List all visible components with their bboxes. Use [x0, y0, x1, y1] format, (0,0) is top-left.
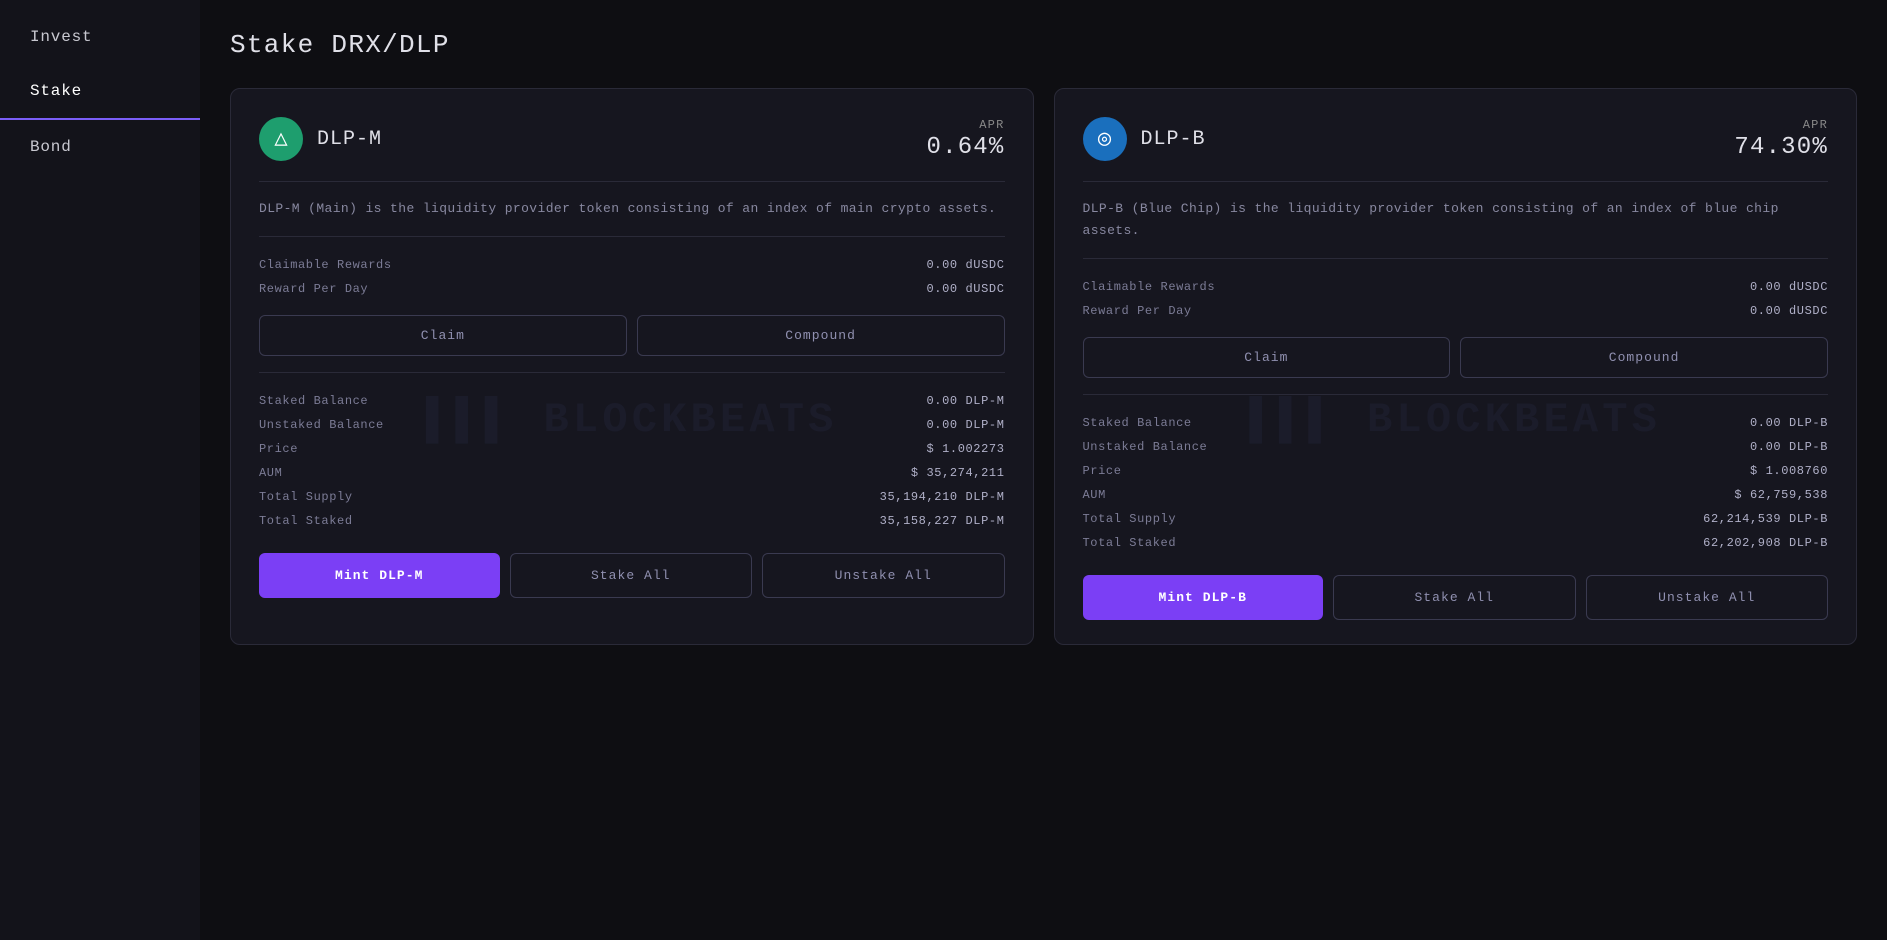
aum-label-dlp-m: AUM [259, 466, 282, 480]
card-desc-dlp-m: DLP-M (Main) is the liquidity provider t… [259, 198, 1005, 220]
divider-2-dlp-b [1083, 258, 1829, 259]
unstaked-balance-value-dlp-b: 0.00 DLP-B [1750, 440, 1828, 454]
aum-row-dlp-m: AUM $ 35,274,211 [259, 461, 1005, 485]
apr-label-dlp-b: APR [1734, 118, 1828, 132]
token-name-dlp-b: DLP-B [1141, 128, 1206, 151]
unstaked-balance-value-dlp-m: 0.00 DLP-M [926, 418, 1004, 432]
apr-value-dlp-m: 0.64% [926, 134, 1004, 161]
total-staked-row-dlp-m: Total Staked 35,158,227 DLP-M [259, 509, 1005, 533]
cards-row: DLP-M APR 0.64% DLP-M (Main) is the liqu… [230, 88, 1857, 645]
claim-button-dlp-b[interactable]: Claim [1083, 337, 1451, 378]
price-label-dlp-m: Price [259, 442, 298, 456]
token-icon-dlp-b [1083, 117, 1127, 161]
staked-balance-value-dlp-m: 0.00 DLP-M [926, 394, 1004, 408]
claimable-rewards-value-dlp-b: 0.00 dUSDC [1750, 280, 1828, 294]
circle-icon [1098, 126, 1111, 152]
total-staked-value-dlp-m: 35,158,227 DLP-M [880, 514, 1005, 528]
reward-per-day-value-dlp-b: 0.00 dUSDC [1750, 304, 1828, 318]
unstake-all-button-dlp-m[interactable]: Unstake All [762, 553, 1005, 598]
reward-per-day-row-dlp-m: Reward Per Day 0.00 dUSDC [259, 277, 1005, 301]
reward-per-day-value-dlp-m: 0.00 dUSDC [926, 282, 1004, 296]
unstake-all-button-dlp-b[interactable]: Unstake All [1586, 575, 1829, 620]
price-label-dlp-b: Price [1083, 464, 1122, 478]
action-buttons-dlp-m: Claim Compound [259, 315, 1005, 356]
total-supply-value-dlp-m: 35,194,210 DLP-M [880, 490, 1005, 504]
action-buttons-dlp-b: Claim Compound [1083, 337, 1829, 378]
reward-per-day-row-dlp-b: Reward Per Day 0.00 dUSDC [1083, 299, 1829, 323]
divider-3-dlp-b [1083, 394, 1829, 395]
apr-value-dlp-b: 74.30% [1734, 134, 1828, 161]
unstaked-balance-row-dlp-m: Unstaked Balance 0.00 DLP-M [259, 413, 1005, 437]
page-title: Stake DRX/DLP [230, 30, 1857, 60]
aum-value-dlp-b: $ 62,759,538 [1734, 488, 1828, 502]
price-row-dlp-m: Price $ 1.002273 [259, 437, 1005, 461]
aum-label-dlp-b: AUM [1083, 488, 1106, 502]
stake-all-button-dlp-m[interactable]: Stake All [510, 553, 753, 598]
total-supply-label-dlp-m: Total Supply [259, 490, 353, 504]
total-supply-value-dlp-b: 62,214,539 DLP-B [1703, 512, 1828, 526]
mint-button-dlp-b[interactable]: Mint DLP-B [1083, 575, 1324, 620]
token-icon-dlp-m [259, 117, 303, 161]
divider-2-dlp-m [259, 236, 1005, 237]
divider-3-dlp-m [259, 372, 1005, 373]
bottom-stats-dlp-m: Staked Balance 0.00 DLP-M Unstaked Balan… [259, 389, 1005, 533]
stake-all-button-dlp-b[interactable]: Stake All [1333, 575, 1576, 620]
staked-balance-value-dlp-b: 0.00 DLP-B [1750, 416, 1828, 430]
claimable-rewards-row-dlp-b: Claimable Rewards 0.00 dUSDC [1083, 275, 1829, 299]
apr-block-dlp-b: APR 74.30% [1734, 118, 1828, 161]
sidebar-item-invest[interactable]: Invest [0, 10, 200, 64]
claimable-rewards-label-dlp-b: Claimable Rewards [1083, 280, 1216, 294]
total-staked-label-dlp-m: Total Staked [259, 514, 353, 528]
claimable-rewards-label-dlp-m: Claimable Rewards [259, 258, 392, 272]
mint-button-dlp-m[interactable]: Mint DLP-M [259, 553, 500, 598]
token-info-dlp-m: DLP-M [259, 117, 382, 161]
unstaked-balance-label-dlp-b: Unstaked Balance [1083, 440, 1208, 454]
divider-1-dlp-b [1083, 181, 1829, 182]
card-dlp-b: DLP-B APR 74.30% DLP-B (Blue Chip) is th… [1054, 88, 1858, 645]
sidebar: Invest Stake Bond [0, 0, 200, 940]
compound-button-dlp-b[interactable]: Compound [1460, 337, 1828, 378]
staked-balance-label-dlp-m: Staked Balance [259, 394, 368, 408]
total-staked-value-dlp-b: 62,202,908 DLP-B [1703, 536, 1828, 550]
card-desc-dlp-b: DLP-B (Blue Chip) is the liquidity provi… [1083, 198, 1829, 242]
triangle-icon [274, 126, 287, 152]
divider-1-dlp-m [259, 181, 1005, 182]
card-header-dlp-b: DLP-B APR 74.30% [1083, 117, 1829, 161]
claimable-rewards-value-dlp-m: 0.00 dUSDC [926, 258, 1004, 272]
price-value-dlp-m: $ 1.002273 [926, 442, 1004, 456]
aum-value-dlp-m: $ 35,274,211 [911, 466, 1005, 480]
apr-label-dlp-m: APR [926, 118, 1004, 132]
apr-block-dlp-m: APR 0.64% [926, 118, 1004, 161]
main-content: Stake DRX/DLP DLP-M APR 0.64% DLP-M (Mai… [200, 0, 1887, 940]
total-supply-row-dlp-m: Total Supply 35,194,210 DLP-M [259, 485, 1005, 509]
reward-per-day-label-dlp-m: Reward Per Day [259, 282, 368, 296]
bottom-buttons-dlp-m: Mint DLP-M Stake All Unstake All [259, 553, 1005, 598]
aum-row-dlp-b: AUM $ 62,759,538 [1083, 483, 1829, 507]
compound-button-dlp-m[interactable]: Compound [637, 315, 1005, 356]
sidebar-item-stake[interactable]: Stake [0, 64, 200, 120]
total-staked-row-dlp-b: Total Staked 62,202,908 DLP-B [1083, 531, 1829, 555]
staked-balance-row-dlp-b: Staked Balance 0.00 DLP-B [1083, 411, 1829, 435]
claimable-rewards-row-dlp-m: Claimable Rewards 0.00 dUSDC [259, 253, 1005, 277]
price-value-dlp-b: $ 1.008760 [1750, 464, 1828, 478]
staked-balance-row-dlp-m: Staked Balance 0.00 DLP-M [259, 389, 1005, 413]
staked-balance-label-dlp-b: Staked Balance [1083, 416, 1192, 430]
price-row-dlp-b: Price $ 1.008760 [1083, 459, 1829, 483]
card-dlp-m: DLP-M APR 0.64% DLP-M (Main) is the liqu… [230, 88, 1034, 645]
total-staked-label-dlp-b: Total Staked [1083, 536, 1177, 550]
token-info-dlp-b: DLP-B [1083, 117, 1206, 161]
claim-button-dlp-m[interactable]: Claim [259, 315, 627, 356]
total-supply-row-dlp-b: Total Supply 62,214,539 DLP-B [1083, 507, 1829, 531]
token-name-dlp-m: DLP-M [317, 128, 382, 151]
card-header-dlp-m: DLP-M APR 0.64% [259, 117, 1005, 161]
unstaked-balance-label-dlp-m: Unstaked Balance [259, 418, 384, 432]
sidebar-item-bond[interactable]: Bond [0, 120, 200, 174]
total-supply-label-dlp-b: Total Supply [1083, 512, 1177, 526]
unstaked-balance-row-dlp-b: Unstaked Balance 0.00 DLP-B [1083, 435, 1829, 459]
bottom-stats-dlp-b: Staked Balance 0.00 DLP-B Unstaked Balan… [1083, 411, 1829, 555]
reward-per-day-label-dlp-b: Reward Per Day [1083, 304, 1192, 318]
bottom-buttons-dlp-b: Mint DLP-B Stake All Unstake All [1083, 575, 1829, 620]
